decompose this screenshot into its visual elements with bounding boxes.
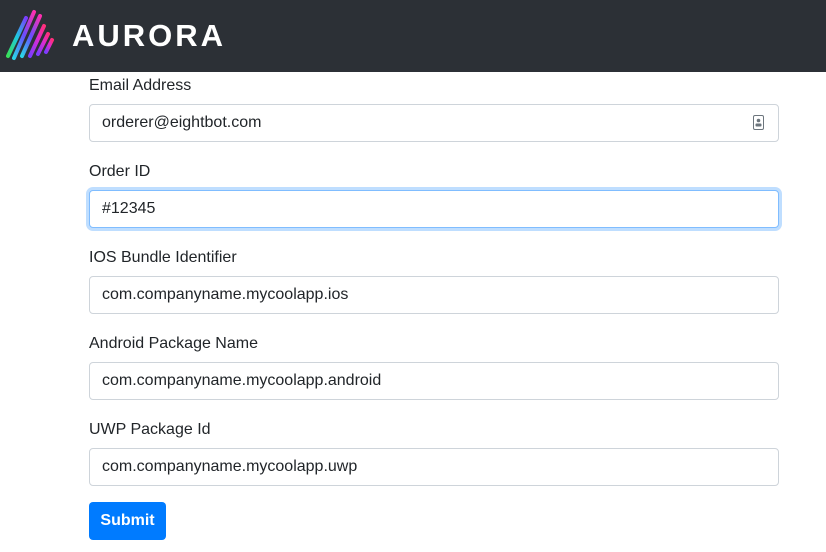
order-id-value: #12345	[102, 200, 156, 217]
android-package-field[interactable]: com.companyname.mycoolapp.android	[89, 362, 779, 400]
brand-title: AURORA	[72, 18, 227, 53]
uwp-package-value: com.companyname.mycoolapp.uwp	[102, 458, 358, 475]
order-id-label: Order ID	[89, 163, 151, 180]
top-navbar: AURORA	[0, 0, 826, 72]
aurora-streaks-icon	[6, 10, 54, 60]
ios-bundle-value: com.companyname.mycoolapp.ios	[102, 286, 349, 303]
android-package-value: com.companyname.mycoolapp.android	[102, 372, 382, 389]
android-package-label: Android Package Name	[89, 335, 258, 352]
email-label: Email Address	[89, 77, 192, 94]
email-value: orderer@eightbot.com	[102, 114, 262, 131]
submit-button[interactable]: Submit	[89, 502, 166, 540]
ios-bundle-label: IOS Bundle Identifier	[89, 249, 237, 266]
order-id-field[interactable]: #12345	[89, 190, 779, 228]
uwp-package-field[interactable]: com.companyname.mycoolapp.uwp	[89, 448, 779, 486]
email-field[interactable]: orderer@eightbot.com	[89, 104, 779, 142]
uwp-package-label: UWP Package Id	[89, 421, 211, 438]
contact-card-icon[interactable]	[753, 115, 764, 130]
ios-bundle-field[interactable]: com.companyname.mycoolapp.ios	[89, 276, 779, 314]
